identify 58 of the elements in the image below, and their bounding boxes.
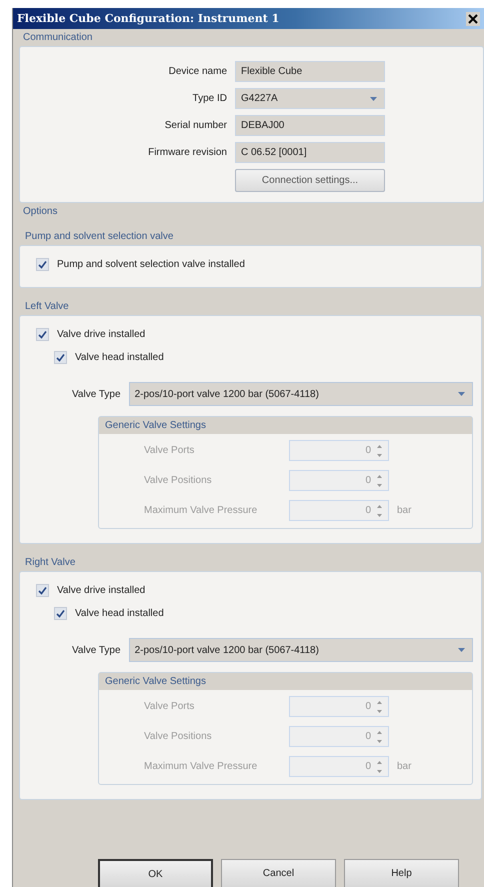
checkbox[interactable] (54, 607, 67, 620)
checkbox[interactable] (36, 584, 49, 597)
caret-icon[interactable] (458, 392, 465, 396)
group-title: Left Valve (25, 301, 69, 312)
caret-icon[interactable] (458, 648, 465, 652)
spinner-arrows-icon (377, 700, 382, 712)
section-title: Communication (23, 32, 92, 43)
unit-label: bar (397, 761, 412, 772)
type-dropdown[interactable]: G4227A (235, 88, 385, 109)
valve-type-dropdown[interactable]: 2-pos/10-port valve 1200 bar (5067-4118) (128, 638, 473, 662)
number-spinner: 0 (289, 696, 389, 717)
field-label: Valve Type (72, 644, 121, 656)
caret-icon[interactable] (370, 96, 377, 100)
spinner-arrows-icon (377, 474, 382, 486)
group-title: Right Valve (25, 557, 76, 568)
close-icon[interactable] (466, 12, 480, 26)
spinner-arrows-icon (377, 730, 382, 742)
field-label: Valve Ports (143, 445, 196, 456)
dialog-button[interactable]: OK (98, 859, 213, 887)
checkbox-label: Valve drive installed (57, 329, 146, 340)
number-spinner: 0 (289, 440, 389, 461)
dialog-button[interactable]: Help (344, 859, 459, 887)
readonly-field: DEBAJ00 (235, 115, 385, 136)
field-label: Valve Type (72, 388, 121, 400)
unit-label: bar (397, 505, 412, 516)
field-label: Device name (168, 66, 227, 77)
checkbox-label: Valve head installed (75, 352, 164, 363)
field-label: Valve Positions (143, 475, 213, 486)
field-label: Type ID (192, 93, 227, 104)
number-spinner: 0 (289, 756, 389, 777)
checkbox-label: Valve head installed (75, 608, 164, 619)
checkbox[interactable] (36, 328, 49, 341)
group-title: Pump and solvent selection valve (25, 231, 174, 242)
field-label: Firmware revision (147, 147, 227, 158)
field-label: Serial number (164, 120, 227, 131)
dialog-button[interactable]: Cancel (221, 859, 336, 887)
checkbox-label: Valve drive installed (57, 585, 146, 596)
readonly-field: C 06.52 [0001] (235, 142, 385, 163)
number-spinner: 0 (289, 470, 389, 491)
field-label: Maximum Valve Pressure (143, 505, 258, 516)
number-spinner: 0 (289, 726, 389, 747)
section-title: Options (23, 206, 58, 217)
checkbox-label: Pump and solvent selection valve installed (57, 259, 245, 270)
window-title: Flexible Cube Configuration: Instrument 1 (17, 12, 280, 25)
group-title: Generic Valve Settings (105, 676, 206, 687)
field-label: Valve Ports (143, 701, 196, 712)
field-label: Maximum Valve Pressure (143, 761, 258, 772)
field-label: Valve Positions (143, 731, 213, 742)
valve-type-dropdown[interactable]: 2-pos/10-port valve 1200 bar (5067-4118) (128, 382, 473, 406)
connection-settings-button[interactable]: Connection settings... (235, 169, 385, 192)
number-spinner: 0 (289, 500, 389, 521)
checkbox[interactable] (54, 351, 67, 364)
checkbox[interactable] (36, 258, 49, 271)
group-title: Generic Valve Settings (105, 420, 206, 431)
spinner-arrows-icon (377, 504, 382, 516)
spinner-arrows-icon (377, 760, 382, 772)
readonly-field: Flexible Cube (235, 61, 385, 82)
spinner-arrows-icon (377, 444, 382, 456)
